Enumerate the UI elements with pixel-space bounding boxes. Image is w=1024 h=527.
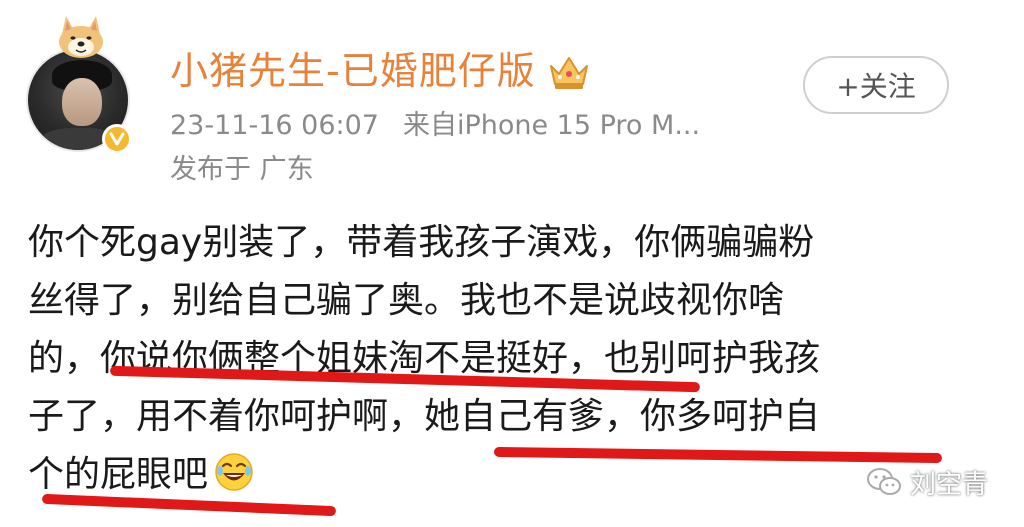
watermark-text: 刘空青 [910, 469, 989, 500]
verified-badge-icon [102, 124, 132, 154]
post-line: 丝得了，别给自己骗了奥。我也不是说歧视你啥 [28, 280, 785, 321]
wechat-icon [867, 468, 901, 495]
post-line: 你个死gay别装了，带着我孩子演戏，你俩骗骗粉 [28, 222, 815, 263]
post-line: 子了，用不着你呵护啊，她自己有爹，你多呵护自 [28, 396, 821, 437]
post-timestamp: 23-11-16 06:07 [170, 110, 379, 141]
crown-icon[interactable] [547, 52, 591, 92]
post-source[interactable]: 来自iPhone 15 Pro M... [403, 110, 700, 141]
username[interactable]: 小猪先生-已婚肥仔版 [170, 48, 536, 94]
weibo-post-screenshot: 小猪先生-已婚肥仔版 23-11-16 06:07 来自iPhone 15 Pro… [0, 0, 1024, 527]
doge-avatar-frame-icon [59, 16, 103, 58]
laughing-tears-emoji-icon [215, 453, 253, 491]
post-line: 个的屁眼吧 [28, 454, 209, 495]
post-meta: 23-11-16 06:07 来自iPhone 15 Pro M... [170, 108, 700, 144]
wechat-watermark: 刘空青 [866, 462, 988, 502]
post-location: 发布于 广东 [170, 154, 314, 185]
follow-button[interactable]: +关注 [803, 56, 949, 114]
avatar-face [62, 78, 102, 126]
avatar-container[interactable] [20, 14, 140, 154]
